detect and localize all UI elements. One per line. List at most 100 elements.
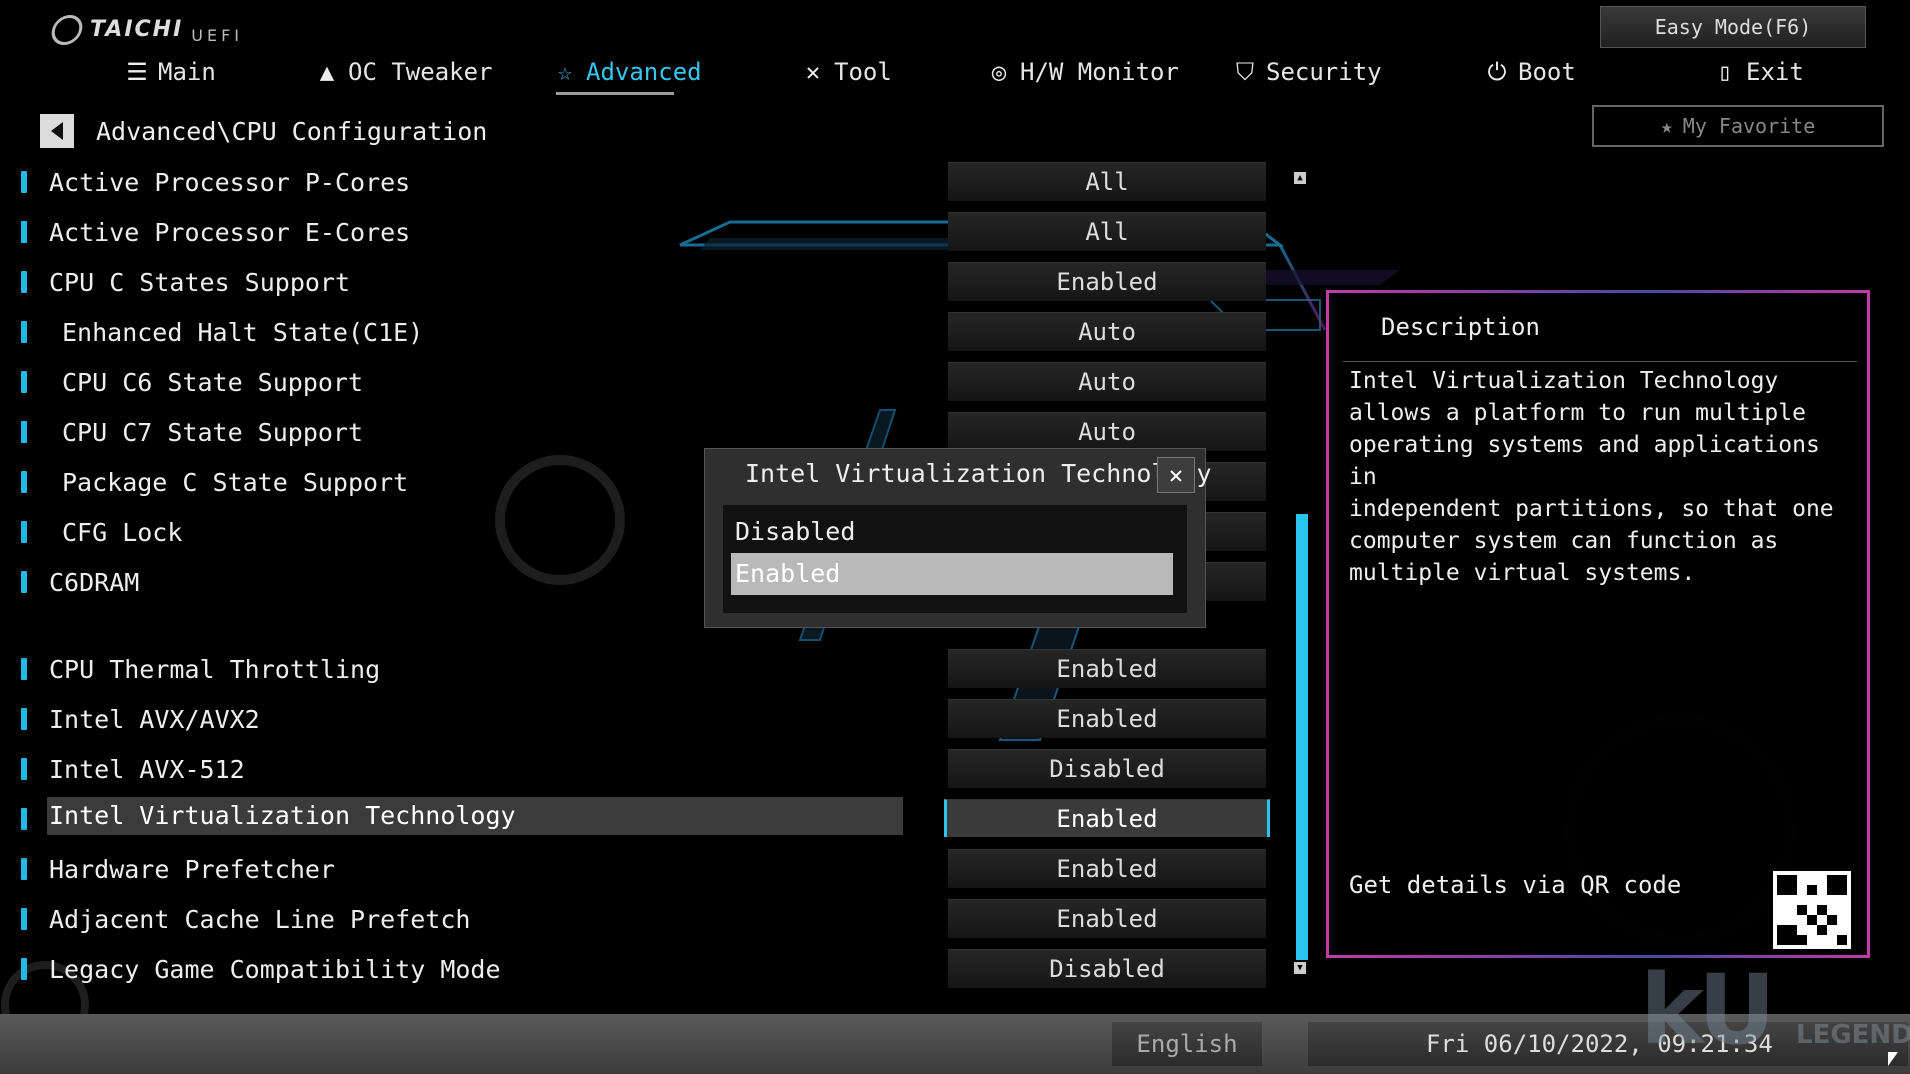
row-marker: [21, 471, 27, 493]
setting-label: CPU C States Support: [49, 268, 351, 297]
description-text: Intel Virtualization Technology allows a…: [1349, 368, 1834, 586]
setting-row[interactable]: Intel AVX-512 Disabled: [0, 747, 1290, 791]
tab-tool-label: Tool: [834, 58, 892, 86]
power-icon: ⏻: [1487, 58, 1507, 86]
setting-label: Package C State Support: [62, 468, 409, 497]
breadcrumb-path: Advanced\CPU Configuration: [96, 116, 488, 146]
setting-label: CPU C6 State Support: [62, 368, 364, 397]
setting-row[interactable]: Hardware Prefetcher Enabled: [0, 847, 1290, 891]
setting-value[interactable]: Enabled: [948, 699, 1266, 738]
row-marker: [21, 808, 27, 830]
tab-main-label: Main: [158, 58, 216, 86]
setting-row[interactable]: Adjacent Cache Line Prefetch Enabled: [0, 897, 1290, 941]
active-tab-underline: [556, 92, 674, 95]
breadcrumb: Advanced\CPU Configuration: [40, 114, 487, 148]
rocket-icon: ▲: [319, 58, 335, 86]
setting-label: Intel AVX-512: [49, 755, 245, 784]
tab-exit-label: Exit: [1746, 58, 1804, 86]
setting-value[interactable]: Enabled: [944, 799, 1270, 837]
tab-security-label: Security: [1266, 58, 1382, 86]
setting-value[interactable]: Disabled: [948, 749, 1266, 788]
setting-row[interactable]: Active Processor P-Cores All: [0, 160, 1290, 204]
setting-row[interactable]: Enhanced Halt State(C1E) Auto: [0, 310, 1290, 354]
setting-value[interactable]: Enabled: [948, 262, 1266, 301]
setting-value[interactable]: Enabled: [948, 649, 1266, 688]
tab-tool[interactable]: ✕ Tool: [800, 58, 892, 86]
scroll-down-arrow-icon[interactable]: ▼: [1294, 962, 1306, 974]
row-marker: [21, 758, 27, 780]
star-icon: ☆: [557, 58, 573, 86]
scroll-up-arrow-icon[interactable]: ▲: [1294, 172, 1306, 184]
row-marker: [21, 371, 27, 393]
language-button[interactable]: English: [1112, 1022, 1262, 1066]
tab-exit[interactable]: ▯ Exit: [1712, 58, 1804, 86]
setting-label: Intel AVX/AVX2: [49, 705, 260, 734]
setting-row[interactable]: CPU Thermal Throttling Enabled: [0, 647, 1290, 691]
popup-title: Intel Virtualization Technology: [745, 459, 1212, 488]
description-title: Description: [1381, 313, 1540, 341]
watermark-sub: LEGEND: [1796, 1020, 1910, 1050]
qr-code-icon: [1773, 871, 1851, 949]
qr-label: Get details via QR code: [1349, 871, 1682, 899]
mouse-cursor-icon: [1888, 1052, 1898, 1066]
popup-option-list: Disabled Enabled: [723, 505, 1187, 613]
setting-value[interactable]: Auto: [948, 312, 1266, 351]
setting-value[interactable]: Disabled: [948, 949, 1266, 988]
tab-hw-monitor[interactable]: ◎ H/W Monitor: [986, 58, 1179, 86]
setting-label: Hardware Prefetcher: [49, 855, 335, 884]
close-icon[interactable]: ✕: [1157, 457, 1195, 493]
row-marker: [21, 421, 27, 443]
setting-label: Intel Virtualization Technology: [47, 797, 903, 835]
tab-advanced-label: Advanced: [586, 58, 702, 86]
setting-value[interactable]: Auto: [948, 362, 1266, 401]
brand-name: TAICHI: [90, 17, 184, 42]
popup-option-disabled[interactable]: Disabled: [731, 511, 1173, 553]
my-favorite-button[interactable]: ★ My Favorite: [1592, 105, 1884, 147]
row-marker: [21, 958, 27, 980]
back-button[interactable]: [40, 114, 74, 148]
setting-label: Active Processor E-Cores: [49, 218, 411, 247]
row-marker: [21, 858, 27, 880]
tab-advanced[interactable]: ☆ Advanced: [552, 58, 702, 86]
setting-label: Adjacent Cache Line Prefetch: [49, 905, 471, 934]
description-divider: [1343, 361, 1857, 362]
tab-oc-tweaker-label: OC Tweaker: [348, 58, 493, 86]
setting-value[interactable]: All: [948, 162, 1266, 201]
setting-row[interactable]: Active Processor E-Cores All: [0, 210, 1290, 254]
row-marker: [21, 908, 27, 930]
setting-value[interactable]: Enabled: [948, 849, 1266, 888]
scrollbar-thumb[interactable]: [1296, 514, 1308, 960]
setting-value[interactable]: All: [948, 212, 1266, 251]
tab-security[interactable]: ⛉ Security: [1232, 58, 1382, 86]
tab-oc-tweaker[interactable]: ▲ OC Tweaker: [314, 58, 493, 86]
gauge-icon: ◎: [991, 58, 1007, 86]
setting-row[interactable]: Legacy Game Compatibility Mode Disabled: [0, 947, 1290, 991]
taichi-logo-icon: [48, 14, 86, 45]
tools-icon: ✕: [805, 58, 821, 86]
row-marker: [21, 171, 27, 193]
description-panel: Description Intel Virtualization Technol…: [1326, 290, 1870, 958]
setting-label: Legacy Game Compatibility Mode: [49, 955, 501, 984]
row-marker: [21, 658, 27, 680]
setting-row[interactable]: Intel AVX/AVX2 Enabled: [0, 697, 1290, 741]
setting-value[interactable]: Enabled: [948, 899, 1266, 938]
easy-mode-button[interactable]: Easy Mode(F6): [1600, 6, 1866, 48]
option-popup: Intel Virtualization Technology ✕ Disabl…: [704, 448, 1212, 628]
row-marker: [21, 708, 27, 730]
setting-label: CPU C7 State Support: [62, 418, 364, 447]
setting-value[interactable]: Auto: [948, 412, 1266, 451]
row-marker: [21, 221, 27, 243]
setting-row-selected[interactable]: Intel Virtualization Technology Enabled: [0, 797, 1290, 841]
watermark-logo: kU: [1640, 954, 1776, 1066]
popup-option-enabled[interactable]: Enabled: [731, 553, 1173, 595]
tab-hw-monitor-label: H/W Monitor: [1020, 58, 1179, 86]
setting-label: Active Processor P-Cores: [49, 168, 411, 197]
row-marker: [21, 521, 27, 543]
tab-main[interactable]: ☰ Main: [124, 58, 216, 86]
setting-label: Enhanced Halt State(C1E): [62, 318, 424, 347]
setting-row[interactable]: CPU C States Support Enabled: [0, 260, 1290, 304]
back-arrow-icon: [51, 122, 63, 140]
setting-row[interactable]: CPU C6 State Support Auto: [0, 360, 1290, 404]
tab-boot[interactable]: ⏻ Boot: [1484, 58, 1576, 86]
setting-label: CPU Thermal Throttling: [49, 655, 381, 684]
